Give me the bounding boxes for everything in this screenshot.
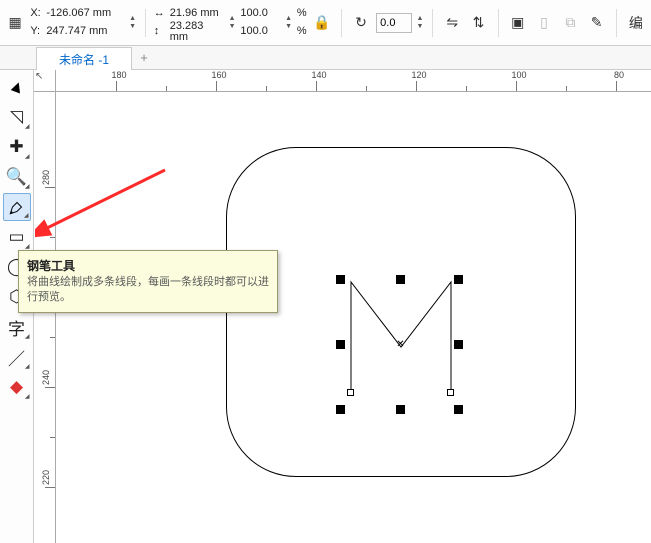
selection-handle-tr[interactable] (454, 275, 463, 284)
pick-tool[interactable]: ▲ (0, 69, 34, 105)
tooltip-description: 将曲线绘制成多条线段，每画一条线段时都可以进行预览。 (27, 275, 269, 306)
percent-2: % (297, 26, 307, 37)
scale-spinner[interactable]: ▲▼ (284, 5, 293, 41)
height-value[interactable]: 23.283 mm (170, 21, 224, 43)
wrap2-button[interactable]: ▯ (533, 10, 555, 36)
position-spinner[interactable]: ▲▼ (128, 5, 137, 41)
x-value[interactable]: -126.067 mm (46, 8, 124, 19)
divider (616, 9, 617, 37)
y-label: Y: (30, 26, 46, 37)
crop-tool[interactable]: ✚◢ (3, 133, 31, 161)
add-tab-button[interactable]: + (132, 46, 156, 69)
m-path-object[interactable] (346, 272, 466, 402)
divider (145, 9, 146, 37)
edit-button[interactable]: ✎ (586, 10, 608, 36)
property-bar: ▦ X:-126.067 mm Y:247.747 mm ▲▼ ↔21.96 m… (0, 0, 651, 46)
mirror-v-button[interactable]: ⇅ (467, 10, 489, 36)
lock-ratio-button[interactable]: 🔒 (311, 10, 333, 36)
rotate-icon: ↻ (350, 10, 372, 36)
fill-tool[interactable]: ◆◢ (3, 373, 31, 401)
vertical-ruler: 280 260 240 220 (34, 92, 56, 543)
combine-button[interactable]: ⧉ (559, 10, 581, 36)
divider (432, 9, 433, 37)
selection-handle-bl[interactable] (336, 405, 345, 414)
percent-1: % (297, 8, 307, 19)
selection-handle-ml[interactable] (336, 340, 345, 349)
path-node[interactable] (347, 389, 354, 396)
percent-labels: % % (297, 5, 307, 41)
v-tick-label: 240 (41, 370, 51, 385)
h-tick-label: 180 (109, 70, 129, 80)
scale-x-value[interactable]: 100.0 (240, 8, 280, 19)
line-tool[interactable]: ／◢ (3, 343, 31, 371)
selection-center[interactable]: ✕ (396, 340, 405, 349)
divider (498, 9, 499, 37)
h-tick-label: 100 (509, 70, 529, 80)
size-fields: ↔21.96 mm ↕23.283 mm (154, 5, 224, 41)
x-label: X: (30, 8, 46, 19)
zoom-tool[interactable]: 🔍◢ (3, 163, 31, 191)
selection-handle-bc[interactable] (396, 405, 405, 414)
pen-tool[interactable]: ◢ (3, 193, 31, 221)
rotation-value[interactable]: 0.0 (376, 13, 411, 33)
h-tick-label: 160 (209, 70, 229, 80)
path-node[interactable] (447, 389, 454, 396)
v-tick-label: 280 (41, 170, 51, 185)
selection-handle-mr[interactable] (454, 340, 463, 349)
wrap-button[interactable]: ▣ (507, 10, 529, 36)
h-tick-label: 140 (309, 70, 329, 80)
canvas[interactable]: ✕ (56, 92, 651, 543)
h-tick-label: 120 (409, 70, 429, 80)
width-value[interactable]: 21.96 mm (170, 8, 224, 19)
selection-handle-tl[interactable] (336, 275, 345, 284)
selection-handle-tc[interactable] (396, 275, 405, 284)
shape-tool[interactable]: ◹◢ (3, 103, 31, 131)
scale-y-value[interactable]: 100.0 (240, 26, 280, 37)
pen-tool-tooltip: 钢笔工具 将曲线绘制成多条线段，每画一条线段时都可以进行预览。 (18, 250, 278, 313)
divider (341, 9, 342, 37)
text-tool[interactable]: 字◢ (3, 313, 31, 341)
rectangle-tool[interactable]: ▭◢ (3, 223, 31, 251)
position-fields: X:-126.067 mm Y:247.747 mm (30, 5, 124, 41)
horizontal-ruler: 180 160 140 120 100 80 (56, 70, 651, 92)
width-lock-icon: ↔ (154, 8, 170, 19)
scale-fields: 100.0 100.0 (240, 5, 280, 41)
size-spinner[interactable]: ▲▼ (228, 5, 237, 41)
tooltip-title: 钢笔工具 (27, 257, 269, 274)
y-value[interactable]: 247.747 mm (46, 26, 124, 37)
rotation-spinner[interactable]: ▲▼ (416, 5, 425, 41)
v-tick-label: 220 (41, 470, 51, 485)
mirror-h-button[interactable]: ⇋ (441, 10, 463, 36)
document-tab[interactable]: 未命名 -1 (36, 47, 132, 70)
ruler-origin[interactable]: ↖ (34, 70, 56, 92)
selection-handle-br[interactable] (454, 405, 463, 414)
tab-bar: 未命名 -1 + (0, 46, 651, 70)
grid-icon: ▦ (4, 10, 26, 36)
h-tick-label: 80 (609, 70, 629, 80)
right-label: 编 (625, 10, 647, 36)
height-lock-icon: ↕ (154, 26, 170, 37)
